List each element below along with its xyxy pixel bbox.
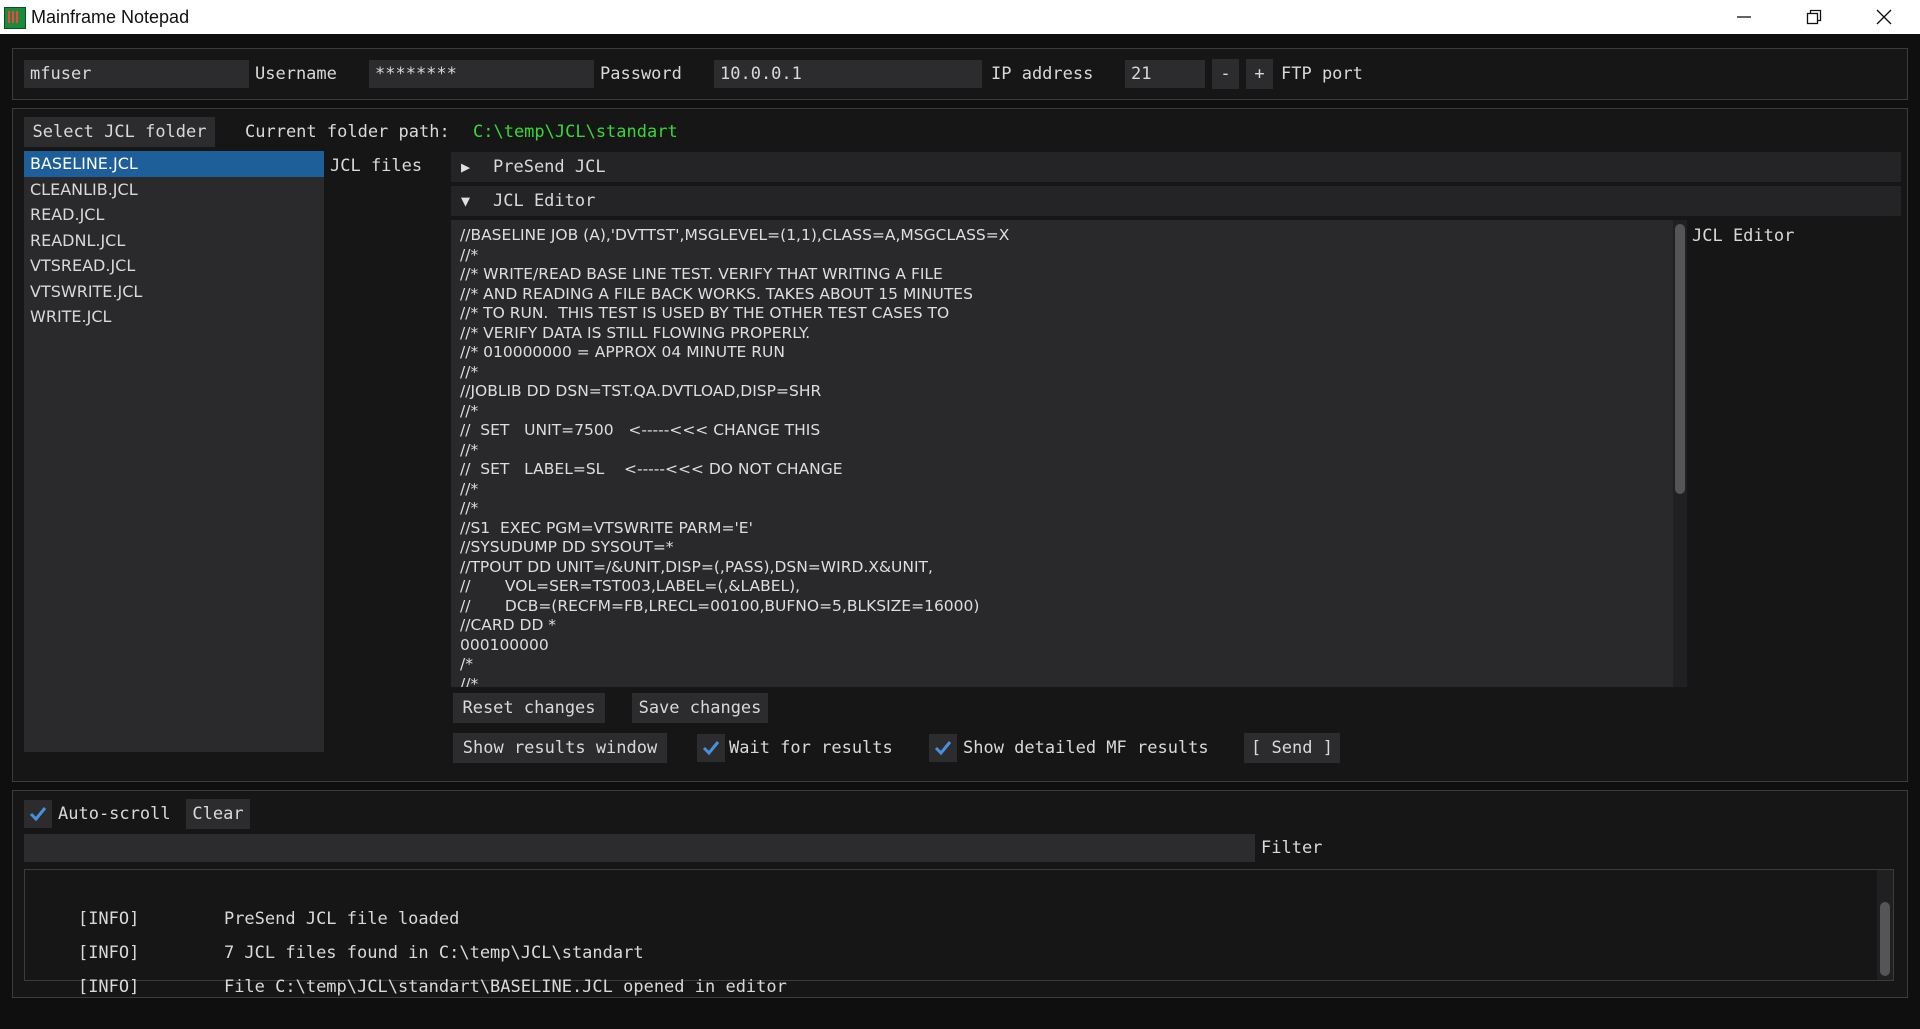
restore-icon	[1806, 9, 1822, 25]
restore-button[interactable]	[1779, 0, 1849, 34]
ip-address-input[interactable]: 10.0.0.1	[714, 60, 982, 88]
log-entry: [INFO] PreSend JCL file loaded	[37, 877, 459, 929]
list-item[interactable]: VTSWRITE.JCL	[24, 279, 324, 305]
log-entry: [INFO] 7 JCL files found in C:\temp\JCL\s…	[37, 911, 644, 963]
ftp-port-input[interactable]: 21	[1125, 60, 1205, 88]
jcl-files-label: JCL files	[330, 156, 423, 176]
send-button[interactable]: [ Send ]	[1244, 733, 1340, 763]
checkmark-icon	[29, 807, 47, 822]
list-item[interactable]: READ.JCL	[24, 202, 324, 228]
filter-input[interactable]	[24, 834, 1255, 862]
presend-jcl-label: PreSend JCL	[493, 157, 606, 177]
current-folder-label: Current folder path:	[245, 122, 450, 142]
ftp-port-label: FTP port	[1281, 64, 1363, 84]
jcl-editor-textarea[interactable]: //BASELINE JOB (A),'DVTTST',MSGLEVEL=(1,…	[451, 220, 1687, 687]
filter-label: Filter	[1261, 838, 1323, 858]
username-input[interactable]: mfuser	[24, 60, 249, 88]
ip-address-label: IP address	[991, 64, 1094, 84]
checkmark-icon	[702, 741, 720, 756]
title-bar: Mainframe Notepad	[0, 0, 1920, 34]
editor-scrollbar-thumb[interactable]	[1675, 224, 1685, 494]
triangle-down-icon: ▼	[461, 192, 471, 210]
reset-changes-button[interactable]: Reset changes	[453, 693, 605, 723]
port-increment-button[interactable]: +	[1246, 59, 1273, 89]
auto-scroll-checkbox[interactable]	[24, 800, 52, 828]
username-label: Username	[255, 64, 337, 84]
minimize-button[interactable]	[1709, 0, 1779, 34]
minimize-icon	[1737, 16, 1751, 18]
list-item[interactable]: CLEANLIB.JCL	[24, 177, 324, 203]
close-button[interactable]	[1849, 0, 1919, 34]
jcl-editor-content: //BASELINE JOB (A),'DVTTST',MSGLEVEL=(1,…	[460, 226, 1010, 687]
show-detailed-results-checkbox[interactable]	[929, 734, 957, 762]
jcl-file-list[interactable]: BASELINE.JCL CLEANLIB.JCL READ.JCL READN…	[24, 151, 324, 752]
select-jcl-folder-button[interactable]: Select JCL folder	[24, 117, 215, 147]
list-item[interactable]: BASELINE.JCL	[24, 151, 324, 177]
log-entry: [INFO] File C:\temp\JCL\standart\BASELINE…	[37, 945, 787, 997]
wait-for-results-checkbox[interactable]	[697, 734, 725, 762]
app-icon	[4, 7, 26, 29]
port-decrement-button[interactable]: -	[1212, 59, 1239, 89]
password-label: Password	[600, 64, 682, 84]
triangle-right-icon: ▶	[461, 158, 471, 176]
checkmark-icon	[934, 741, 952, 756]
jcl-editor-header[interactable]: ▼ JCL Editor	[451, 186, 1901, 216]
list-item[interactable]: WRITE.JCL	[24, 304, 324, 330]
log-scrollbar[interactable]	[1877, 870, 1893, 980]
log-scrollbar-thumb[interactable]	[1880, 902, 1890, 976]
close-icon	[1876, 9, 1892, 25]
presend-jcl-header[interactable]: ▶ PreSend JCL	[451, 152, 1901, 182]
show-results-window-button[interactable]: Show results window	[453, 733, 667, 763]
jcl-editor-header-label: JCL Editor	[493, 191, 596, 211]
current-folder-path: C:\temp\JCL\standart	[473, 122, 678, 142]
editor-scrollbar[interactable]	[1673, 220, 1687, 687]
save-changes-button[interactable]: Save changes	[632, 693, 768, 723]
wait-for-results-label: Wait for results	[729, 738, 893, 758]
list-item[interactable]: READNL.JCL	[24, 228, 324, 254]
jcl-editor-side-label: JCL Editor	[1692, 226, 1795, 246]
clear-log-button[interactable]: Clear	[186, 799, 250, 829]
log-level: [INFO]	[77, 977, 140, 997]
log-output[interactable]: [INFO] PreSend JCL file loaded [INFO] 7 JC…	[24, 869, 1894, 997]
window-title: Mainframe Notepad	[31, 7, 190, 27]
list-item[interactable]: VTSREAD.JCL	[24, 253, 324, 279]
log-message: File C:\temp\JCL\standart\BASELINE.JCL o…	[223, 977, 787, 997]
password-input[interactable]: ********	[369, 60, 594, 88]
auto-scroll-label: Auto-scroll	[58, 804, 171, 824]
show-detailed-results-label: Show detailed MF results	[963, 738, 1209, 758]
